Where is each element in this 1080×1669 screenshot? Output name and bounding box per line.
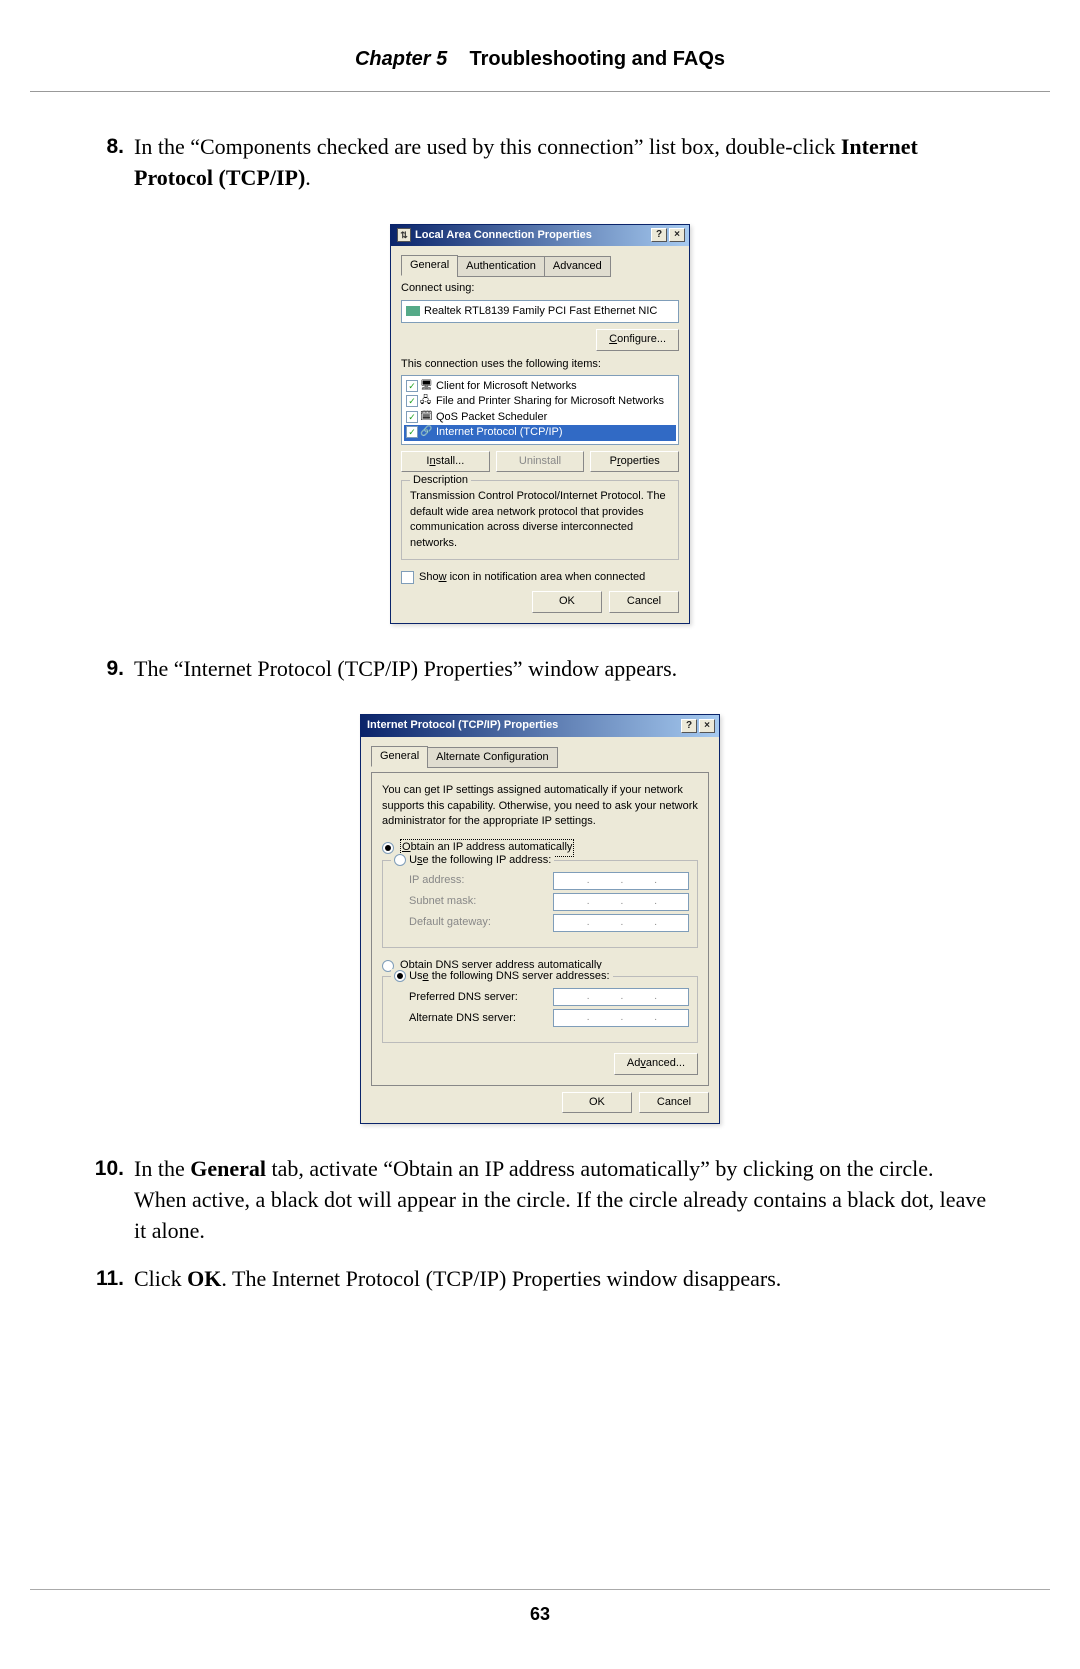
share-icon: 🖧: [420, 395, 434, 407]
pref-dns-field[interactable]: ...: [553, 988, 689, 1006]
tab-advanced[interactable]: Advanced: [544, 256, 611, 277]
close-button[interactable]: ×: [669, 228, 685, 242]
show-icon-label: Show icon in notification area when conn…: [419, 570, 645, 585]
close-button[interactable]: ×: [699, 719, 715, 733]
step-number: 11.: [92, 1264, 134, 1295]
description-legend: Description: [410, 473, 471, 488]
step-text: In the “Components checked are used by t…: [134, 132, 988, 194]
alt-dns-field[interactable]: ...: [553, 1009, 689, 1027]
cancel-button[interactable]: Cancel: [639, 1092, 709, 1113]
group-legend: Use the following IP address:: [391, 853, 554, 868]
configure-button[interactable]: CConfigure...onfigure...: [596, 329, 679, 350]
step-10: 10. In the General tab, activate “Obtain…: [92, 1154, 988, 1246]
use-dns-group: Use the following DNS server addresses: …: [382, 976, 698, 1043]
pref-dns-label: Preferred DNS server:: [409, 990, 545, 1005]
client-icon: 🖥: [420, 380, 434, 392]
use-ip-group: Use the following IP address: IP address…: [382, 860, 698, 948]
gateway-label: Default gateway:: [409, 915, 545, 930]
list-item-label: Internet Protocol (TCP/IP): [436, 426, 563, 438]
ok-button[interactable]: OK: [562, 1092, 632, 1113]
properties-button[interactable]: Properties: [590, 451, 679, 472]
checkbox-icon[interactable]: [401, 571, 414, 584]
list-item[interactable]: ✓🖧File and Printer Sharing for Microsoft…: [404, 394, 676, 409]
tab-authentication[interactable]: Authentication: [457, 256, 545, 277]
step-11: 11. Click OK. The Internet Protocol (TCP…: [92, 1264, 988, 1295]
subnet-field: ...: [553, 893, 689, 911]
ip-address-field: ...: [553, 872, 689, 890]
tcpip-properties-dialog: Internet Protocol (TCP/IP) Properties ? …: [360, 714, 720, 1124]
lan-properties-dialog: ⇅ Local Area Connection Properties ? × G…: [390, 224, 690, 624]
window-title: Internet Protocol (TCP/IP) Properties: [367, 718, 679, 733]
help-button[interactable]: ?: [681, 719, 697, 733]
step-number: 10.: [92, 1154, 134, 1246]
tab-general[interactable]: General: [401, 255, 458, 276]
uninstall-button: Uninstall: [496, 451, 585, 472]
radio-use-dns-label[interactable]: Use the following DNS server addresses:: [409, 970, 610, 982]
tabs: GeneralAlternate Configuration: [371, 745, 709, 766]
chapter-header: Chapter 5 Troubleshooting and FAQs: [0, 0, 1080, 91]
checkbox-icon[interactable]: ✓: [406, 380, 418, 392]
adapter-icon: [406, 306, 420, 316]
show-icon-row[interactable]: Show icon in notification area when conn…: [401, 570, 679, 585]
subnet-label: Subnet mask:: [409, 894, 545, 909]
description-group: Description Transmission Control Protoco…: [401, 480, 679, 560]
step-9: 9. The “Internet Protocol (TCP/IP) Prope…: [92, 654, 988, 685]
list-item-label: QoS Packet Scheduler: [436, 411, 547, 423]
chapter-title: Troubleshooting and FAQs: [469, 48, 725, 70]
protocol-icon: 🔗: [420, 426, 434, 438]
chapter-number: Chapter 5: [355, 48, 447, 70]
checkbox-icon[interactable]: ✓: [406, 411, 418, 423]
qos-icon: 🗓: [420, 411, 434, 423]
radio-icon[interactable]: [394, 970, 406, 982]
page-number: 63: [0, 1590, 1080, 1639]
cancel-button[interactable]: Cancel: [609, 591, 679, 612]
tab-general[interactable]: General: [371, 746, 428, 767]
window-title: Local Area Connection Properties: [415, 228, 649, 243]
connect-using-label: Connect using:: [401, 281, 679, 296]
list-item-tcpip[interactable]: ✓🔗Internet Protocol (TCP/IP): [404, 425, 676, 440]
ok-button[interactable]: OK: [532, 591, 602, 612]
advanced-button[interactable]: Advanced...: [614, 1053, 698, 1074]
tab-alternate[interactable]: Alternate Configuration: [427, 747, 558, 768]
network-icon: ⇅: [397, 228, 411, 242]
radio-icon[interactable]: [394, 854, 406, 866]
checkbox-icon[interactable]: ✓: [406, 395, 418, 407]
components-listbox[interactable]: ✓🖥Client for Microsoft Networks ✓🖧File a…: [401, 375, 679, 445]
ip-address-label: IP address:: [409, 873, 545, 888]
titlebar[interactable]: Internet Protocol (TCP/IP) Properties ? …: [361, 715, 719, 736]
help-button[interactable]: ?: [651, 228, 667, 242]
step-number: 8.: [92, 132, 134, 194]
titlebar[interactable]: ⇅ Local Area Connection Properties ? ×: [391, 225, 689, 246]
step-text: The “Internet Protocol (TCP/IP) Properti…: [134, 654, 988, 685]
group-legend: Use the following DNS server addresses:: [391, 969, 613, 984]
tabs: GeneralAuthenticationAdvanced: [401, 254, 679, 275]
checkbox-icon[interactable]: ✓: [406, 426, 418, 438]
alt-dns-label: Alternate DNS server:: [409, 1011, 545, 1026]
gateway-field: ...: [553, 914, 689, 932]
intro-text: You can get IP settings assigned automat…: [382, 783, 698, 829]
list-item-label: Client for Microsoft Networks: [436, 380, 577, 392]
adapter-field: Realtek RTL8139 Family PCI Fast Ethernet…: [401, 300, 679, 323]
radio-use-ip-label[interactable]: Use the following IP address:: [409, 854, 551, 866]
adapter-name: Realtek RTL8139 Family PCI Fast Ethernet…: [424, 305, 657, 317]
items-label: This connection uses the following items…: [401, 357, 679, 372]
install-button[interactable]: Install...: [401, 451, 490, 472]
step-text: In the General tab, activate “Obtain an …: [134, 1154, 988, 1246]
description-text: Transmission Control Protocol/Internet P…: [410, 490, 666, 548]
step-number: 9.: [92, 654, 134, 685]
list-item[interactable]: ✓🗓QoS Packet Scheduler: [404, 410, 676, 425]
list-item[interactable]: ✓🖥Client for Microsoft Networks: [404, 379, 676, 394]
step-text: Click OK. The Internet Protocol (TCP/IP)…: [134, 1264, 988, 1295]
list-item-label: File and Printer Sharing for Microsoft N…: [436, 395, 664, 407]
step-8: 8. In the “Components checked are used b…: [92, 132, 988, 194]
